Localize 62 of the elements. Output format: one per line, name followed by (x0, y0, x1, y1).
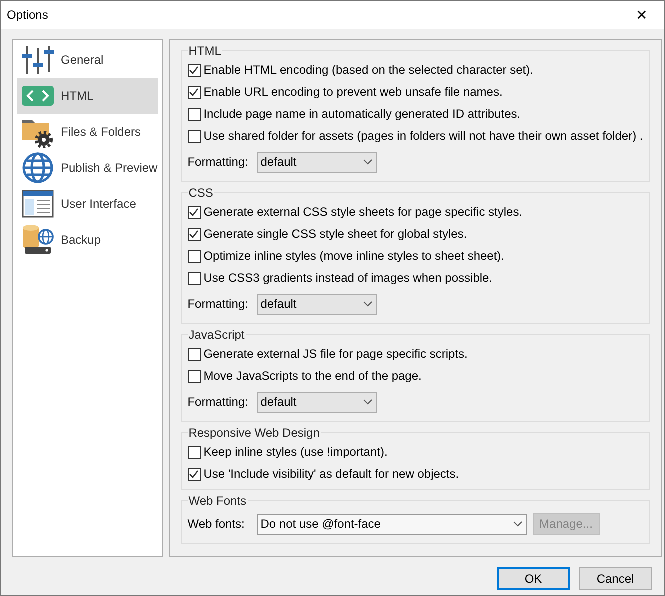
checkbox[interactable] (188, 206, 201, 218)
sidebar-item-label: Files & Folders (61, 124, 142, 141)
checkbox-label: Optimize inline styles (move inline styles to sheet sheet). (204, 248, 505, 265)
checkbox[interactable] (188, 272, 201, 284)
checkbox-label: Generate single CSS style sheet for global styles. (204, 226, 468, 243)
checkbox-label: Enable URL encoding to prevent web unsafe file names. (204, 84, 503, 101)
checkbox-label: Keep inline styles (use !important). (204, 444, 388, 461)
sidebar-item-label: User Interface (61, 196, 136, 213)
checkbox[interactable] (188, 108, 201, 120)
field-label: Formatting: (188, 154, 250, 171)
window-title: Options (7, 7, 48, 24)
checkbox-label: Use CSS3 gradients instead of images when possible. (204, 270, 493, 287)
sidebar-item-label: General (61, 52, 104, 69)
dropdown[interactable]: Do not use @font-face (256, 514, 527, 534)
field-label: Formatting: (188, 394, 250, 411)
sidebar-item-label: Backup (61, 232, 102, 249)
globe-icon (22, 152, 54, 184)
checkbox[interactable] (188, 130, 201, 142)
checkbox-label: Use 'Include visibility' as default for new objects. (204, 466, 460, 483)
sidebar-item[interactable]: Files & Folders (17, 114, 158, 150)
checkbox[interactable] (188, 228, 201, 240)
field-label: Web fonts: (188, 516, 246, 533)
checkbox[interactable] (188, 468, 201, 480)
window-icon (22, 190, 54, 218)
chevron-down-icon (512, 521, 523, 527)
checkmark-icon (189, 208, 200, 216)
checkbox[interactable] (188, 446, 201, 458)
checkbox-label: Use shared folder for assets (pages in folders will not have their own asset folder) . (204, 128, 644, 145)
checkbox[interactable] (188, 86, 201, 98)
dropdown[interactable]: default (256, 152, 377, 172)
checkmark-icon (189, 230, 200, 238)
chevron-down-icon (362, 399, 373, 405)
checkmark-icon (189, 66, 200, 74)
checkbox[interactable] (188, 250, 201, 262)
checkbox-label: Enable HTML encoding (based on the selected character set). (204, 62, 534, 79)
dropdown[interactable]: default (256, 392, 377, 412)
sidebar-item-label: HTML (61, 88, 94, 105)
checkbox-label: Move JavaScripts to the end of the page. (204, 368, 422, 385)
dialog-button[interactable]: OK (497, 567, 570, 590)
chevron-down-icon (362, 159, 373, 165)
checkbox[interactable] (188, 64, 201, 76)
field-label: Formatting: (188, 296, 250, 313)
checkbox-label: Include page name in automatically generated ID attributes. (204, 106, 521, 123)
dialog-button[interactable]: Cancel (579, 567, 652, 590)
sidebar-item[interactable]: HTML (17, 78, 158, 114)
checkbox[interactable] (188, 370, 201, 382)
checkbox-label: Generate external JS file for page specific scripts. (204, 346, 468, 363)
sliders-icon (22, 44, 54, 76)
sidebar-item[interactable]: Publish & Preview (17, 150, 158, 186)
sidebar-item[interactable]: Backup (17, 222, 158, 258)
close-button[interactable]: ✕ (620, 1, 664, 29)
sidebar-item-label: Publish & Preview (61, 160, 158, 177)
code-icon (22, 86, 54, 106)
sidebar-item[interactable]: User Interface (17, 186, 158, 222)
dropdown[interactable]: default (256, 294, 377, 314)
checkmark-icon (189, 470, 200, 478)
chevron-down-icon (362, 301, 373, 307)
sidebar-item[interactable]: General (17, 42, 158, 78)
checkbox-label: Generate external CSS style sheets for page specific styles. (204, 204, 523, 221)
checkbox[interactable] (188, 348, 201, 360)
checkmark-icon (189, 88, 200, 96)
database-globe-icon (21, 224, 55, 256)
